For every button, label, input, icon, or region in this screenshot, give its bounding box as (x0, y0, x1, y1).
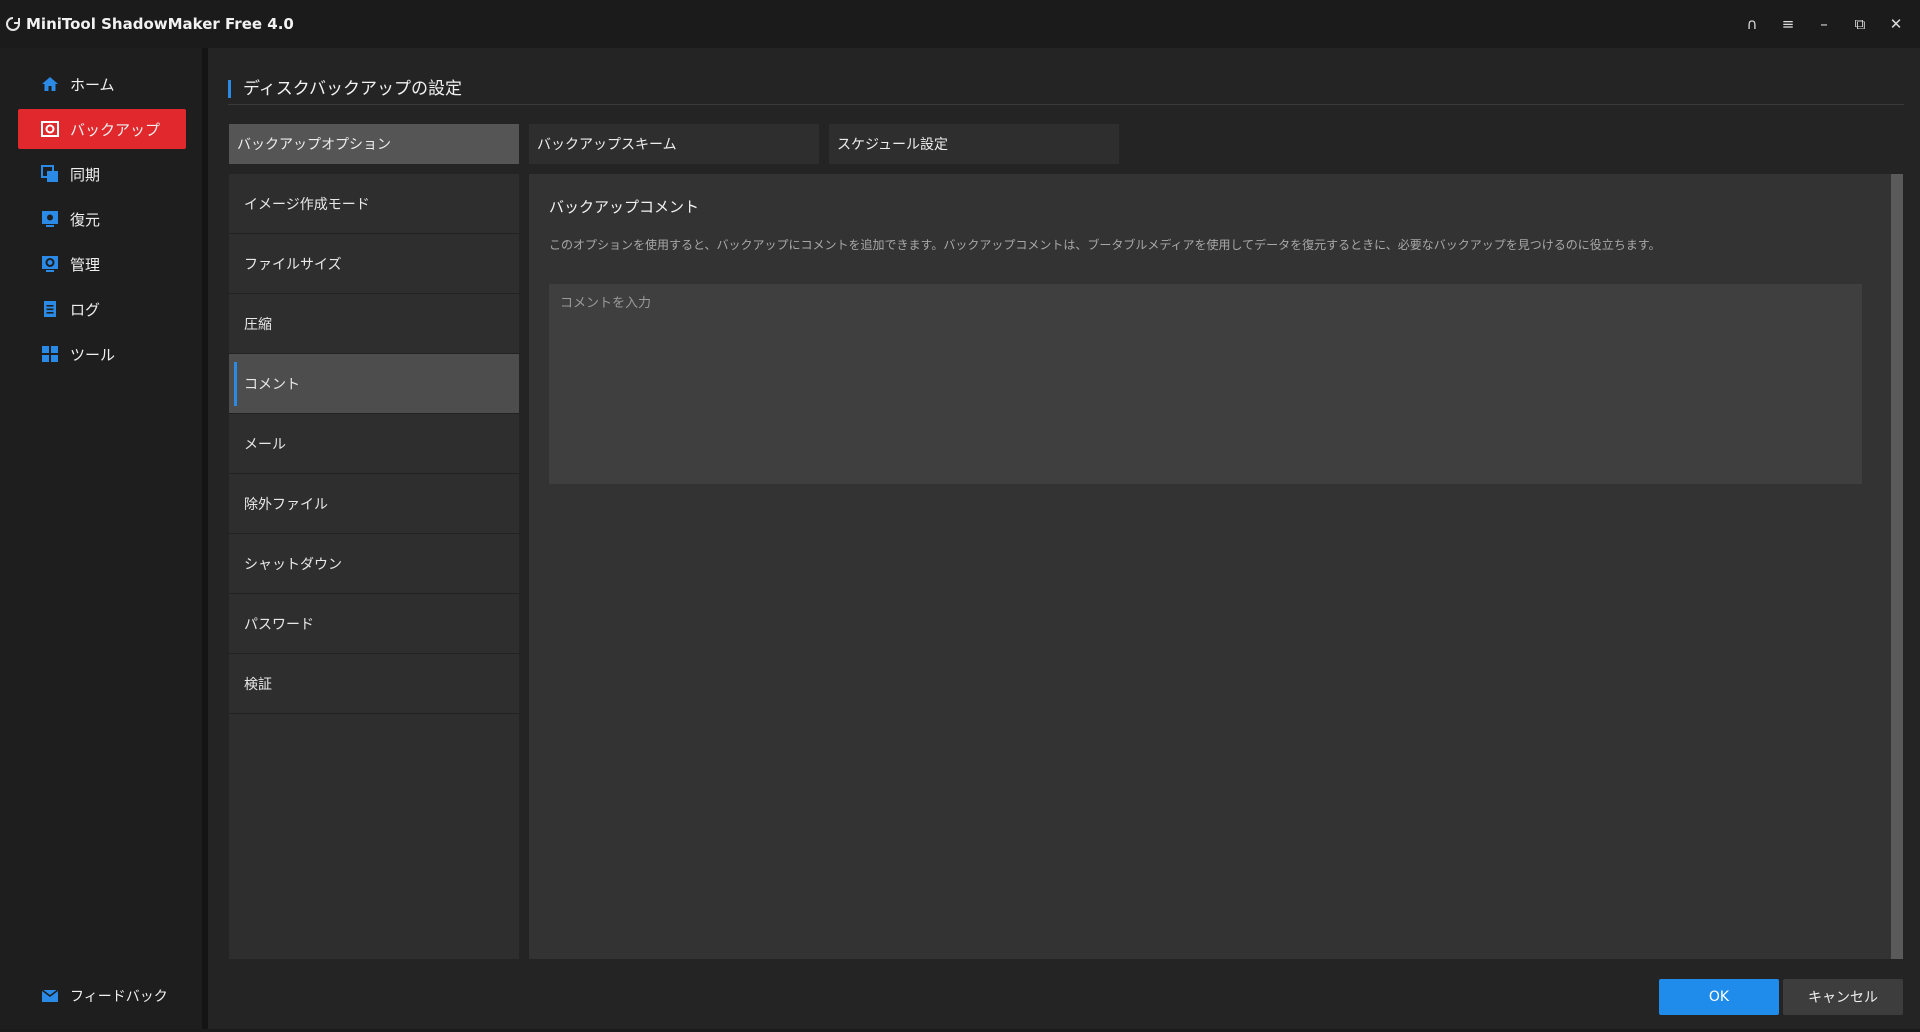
options-list: イメージ作成モード ファイルサイズ 圧縮 コメント メール 除外ファイル シャッ… (229, 174, 519, 959)
mail-icon (40, 986, 60, 1006)
sidebar: ホーム バックアップ 同期 復元 管理 ログ ツール フィードバック (0, 48, 202, 1029)
sidebar-item-sync[interactable]: 同期 (18, 154, 186, 194)
option-password[interactable]: パスワード (229, 594, 519, 654)
option-detail-panel: バックアップコメント このオプションを使用すると、バックアップにコメントを追加で… (529, 174, 1903, 959)
scrollbar[interactable] (1891, 174, 1903, 959)
app-logo-icon (4, 15, 22, 33)
feedback-button[interactable]: フィードバック (18, 978, 168, 1014)
menu-icon[interactable]: ≡ (1770, 0, 1806, 48)
sidebar-item-label: 管理 (70, 255, 101, 274)
title-bar: MiniTool ShadowMaker Free 4.0 ∩ ≡ – ⧉ ✕ (0, 0, 1920, 48)
tab-backup-scheme[interactable]: バックアップスキーム (529, 124, 819, 164)
home-icon (40, 74, 60, 94)
sidebar-item-tools[interactable]: ツール (18, 334, 186, 374)
option-comment[interactable]: コメント (229, 354, 519, 414)
option-shutdown[interactable]: シャットダウン (229, 534, 519, 594)
sidebar-item-manage[interactable]: 管理 (18, 244, 186, 284)
restore-icon[interactable]: ⧉ (1842, 0, 1878, 48)
feedback-label: フィードバック (70, 989, 168, 1005)
tab-backup-options[interactable]: バックアップオプション (229, 124, 519, 164)
sidebar-item-backup[interactable]: バックアップ (18, 109, 186, 149)
option-compression[interactable]: 圧縮 (229, 294, 519, 354)
option-verify[interactable]: 検証 (229, 654, 519, 714)
sidebar-item-label: ホーム (70, 75, 115, 94)
tools-icon (40, 344, 60, 364)
minimize-icon[interactable]: – (1806, 0, 1842, 48)
backup-icon (40, 119, 60, 139)
log-icon (40, 299, 60, 319)
main-panel: ディスクバックアップの設定 バックアップオプション バックアップスキーム スケジ… (208, 48, 1920, 1029)
sidebar-item-label: ログ (70, 300, 101, 319)
restore-data-icon (40, 209, 60, 229)
window-controls: ∩ ≡ – ⧉ ✕ (1734, 0, 1914, 48)
app-title: MiniTool ShadowMaker Free 4.0 (26, 15, 294, 33)
sidebar-item-label: 同期 (70, 165, 101, 184)
comment-input[interactable] (549, 284, 1862, 484)
manage-icon (40, 254, 60, 274)
sidebar-item-home[interactable]: ホーム (18, 64, 186, 104)
tab-schedule-settings[interactable]: スケジュール設定 (829, 124, 1119, 164)
option-image-creation-mode[interactable]: イメージ作成モード (229, 174, 519, 234)
title-divider (228, 104, 1904, 105)
sidebar-item-label: バックアップ (70, 120, 161, 139)
headset-icon[interactable]: ∩ (1734, 0, 1770, 48)
ok-button[interactable]: OK (1659, 979, 1779, 1015)
cancel-button[interactable]: キャンセル (1783, 979, 1903, 1015)
detail-description: このオプションを使用すると、バックアップにコメントを追加できます。バックアップコ… (549, 238, 1661, 252)
option-exclude-files[interactable]: 除外ファイル (229, 474, 519, 534)
page-title: ディスクバックアップの設定 (228, 80, 462, 98)
sidebar-item-label: ツール (70, 345, 116, 364)
sync-icon (40, 164, 60, 184)
sidebar-item-log[interactable]: ログ (18, 289, 186, 329)
close-icon[interactable]: ✕ (1878, 0, 1914, 48)
sidebar-item-label: 復元 (70, 210, 101, 229)
detail-title: バックアップコメント (549, 198, 700, 216)
sidebar-item-restore[interactable]: 復元 (18, 199, 186, 239)
option-file-size[interactable]: ファイルサイズ (229, 234, 519, 294)
option-email[interactable]: メール (229, 414, 519, 474)
